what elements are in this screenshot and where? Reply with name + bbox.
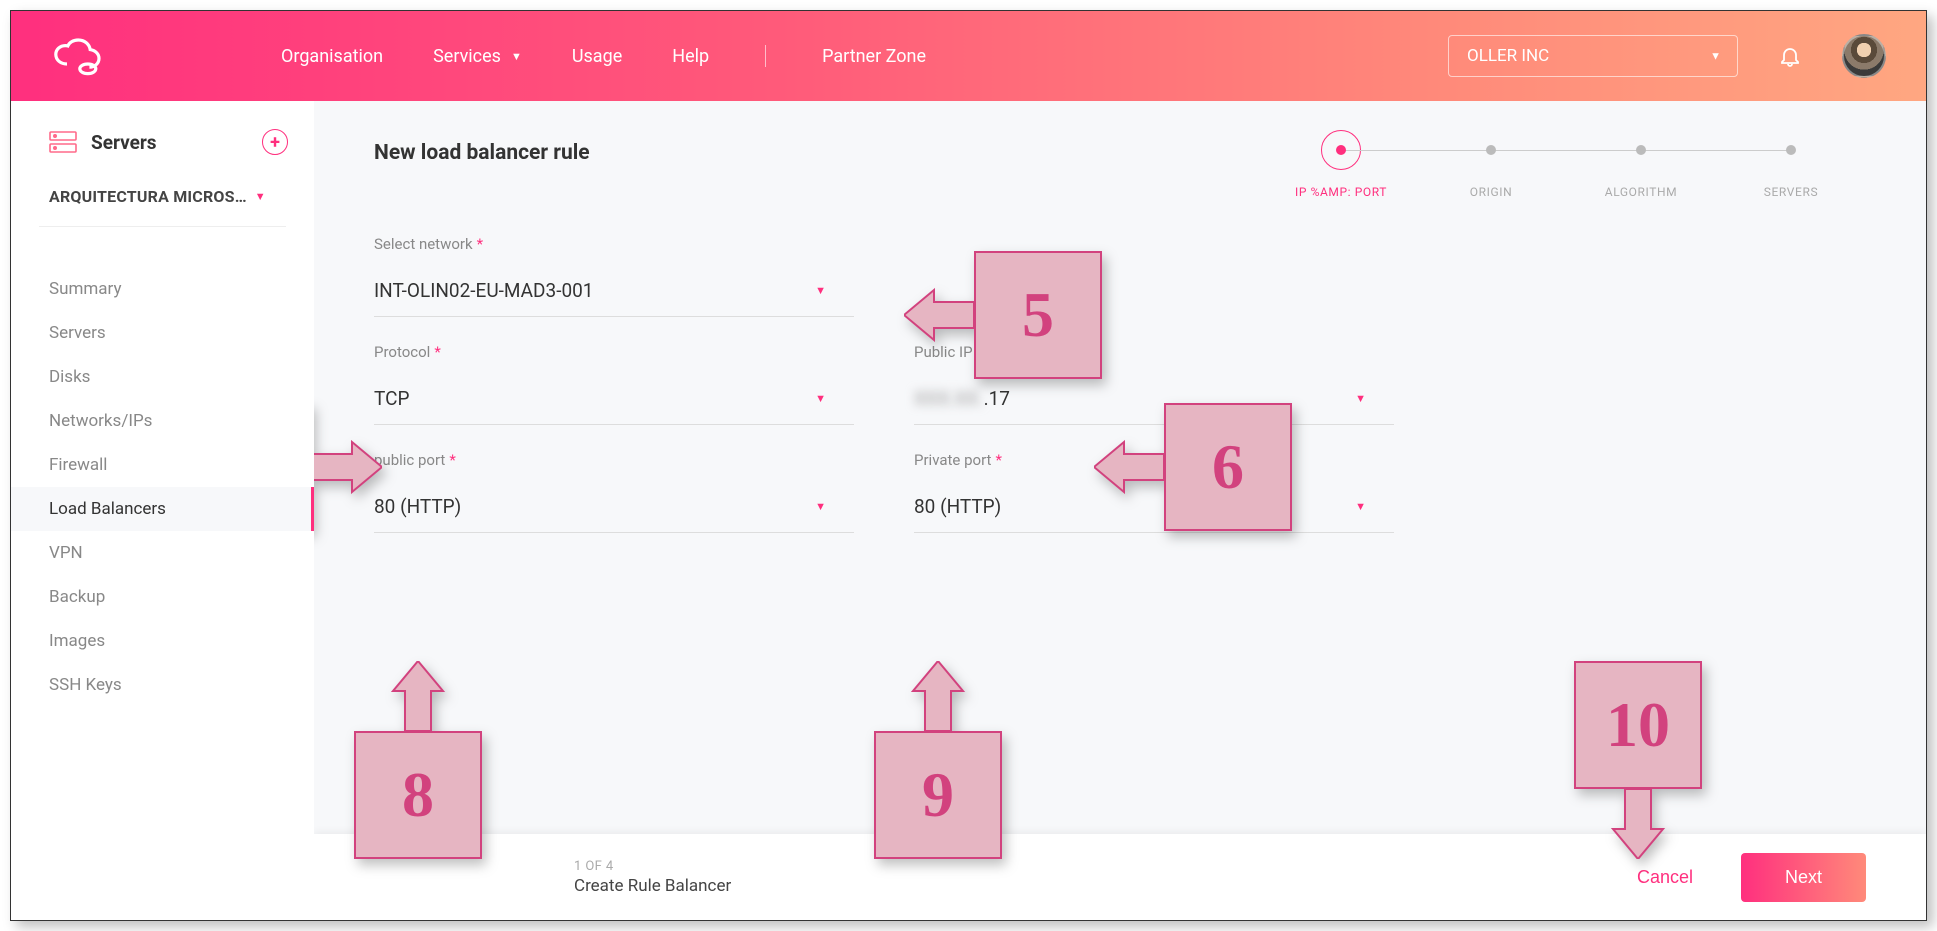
footer-title: Create Rule Balancer — [574, 876, 731, 896]
notifications-button[interactable] — [1778, 44, 1802, 68]
sidebar-title: Servers — [91, 131, 157, 154]
chevron-down-icon: ▼ — [815, 500, 826, 513]
org-select-value: OLLER INC — [1467, 46, 1549, 66]
divider — [39, 226, 286, 227]
chevron-down-icon: ▼ — [815, 392, 826, 405]
chevron-down-icon: ▼ — [511, 50, 522, 63]
chevron-down-icon: ▼ — [815, 284, 826, 297]
sidebar-item-sshkeys[interactable]: SSH Keys — [11, 663, 314, 707]
sidebar-item-backup[interactable]: Backup — [11, 575, 314, 619]
field-label-network: Select network* — [374, 235, 854, 253]
sidebar-item-vpn[interactable]: VPN — [11, 531, 314, 575]
select-public-ip[interactable]: XXX.XX..17 ▼ — [914, 377, 1394, 425]
next-button[interactable]: Next — [1741, 853, 1866, 902]
sidebar-header: Servers + — [11, 123, 314, 173]
step-ip-port[interactable]: IP %AMP: PORT — [1266, 145, 1416, 199]
nav-usage[interactable]: Usage — [572, 46, 622, 67]
nav-organisation[interactable]: Organisation — [281, 46, 383, 67]
logo-icon — [51, 36, 115, 76]
footer-progress: 1 OF 4 Create Rule Balancer — [574, 859, 731, 896]
field-label-private-port: Private port* — [914, 451, 1394, 469]
step-label: ALGORITHM — [1605, 185, 1677, 199]
step-label: IP %AMP: PORT — [1295, 185, 1387, 199]
project-label: ARQUITECTURA MICROS… — [49, 187, 247, 206]
field-label-public-ip: Public IP* — [914, 343, 1394, 361]
footer-actions: Cancel Next — [1617, 853, 1866, 902]
cancel-button[interactable]: Cancel — [1617, 857, 1713, 898]
chevron-down-icon: ▼ — [1710, 50, 1721, 63]
nav-services-label: Services — [433, 46, 501, 67]
select-value: 80 (HTTP) — [914, 495, 1001, 518]
select-public-port[interactable]: 80 (HTTP) ▼ — [374, 485, 854, 533]
field-public-port: public port* 80 (HTTP) ▼ — [374, 451, 854, 533]
annotation-9: 9 — [874, 661, 1002, 859]
step-dot — [1636, 145, 1646, 155]
sidebar-item-networksips[interactable]: Networks/IPs — [11, 399, 314, 443]
avatar[interactable] — [1842, 34, 1886, 78]
select-network[interactable]: INT-OLIN02-EU-MAD3-001 ▼ — [374, 269, 854, 317]
step-dot — [1786, 145, 1796, 155]
sidebar-item-loadbalancers[interactable]: Load Balancers — [11, 487, 314, 531]
step-servers[interactable]: SERVERS — [1716, 145, 1866, 199]
sidebar-menu: Summary Servers Disks Networks/IPs Firew… — [11, 267, 314, 707]
logo[interactable] — [51, 34, 121, 79]
annotation-8: 8 — [354, 661, 482, 859]
step-label: ORIGIN — [1470, 185, 1513, 199]
wizard-footer: 1 OF 4 Create Rule Balancer Cancel Next — [314, 834, 1926, 920]
step-dot — [1336, 145, 1346, 155]
sidebar-item-images[interactable]: Images — [11, 619, 314, 663]
field-network: Select network* INT-OLIN02-EU-MAD3-001 ▼ — [374, 235, 854, 317]
main: New load balancer rule IP %AMP: PORT ORI… — [314, 101, 1926, 920]
sidebar: Servers + ARQUITECTURA MICROS… ▼ Summary… — [11, 101, 314, 920]
select-value: 80 (HTTP) — [374, 495, 461, 518]
nav-help[interactable]: Help — [672, 46, 709, 67]
annotation-10: 10 — [1574, 661, 1702, 859]
step-label: SERVERS — [1764, 185, 1818, 199]
footer-progress-text: 1 OF 4 — [574, 859, 731, 874]
sidebar-item-disks[interactable]: Disks — [11, 355, 314, 399]
select-value: INT-OLIN02-EU-MAD3-001 — [374, 279, 593, 302]
top-nav: Organisation Services ▼ Usage Help Partn… — [281, 45, 926, 67]
sidebar-item-summary[interactable]: Summary — [11, 267, 314, 311]
step-dot — [1486, 145, 1496, 155]
app-header: Organisation Services ▼ Usage Help Partn… — [11, 11, 1926, 101]
body: Servers + ARQUITECTURA MICROS… ▼ Summary… — [11, 101, 1926, 920]
server-icon — [49, 131, 77, 153]
header-right: OLLER INC ▼ — [1448, 34, 1886, 78]
app-frame: Organisation Services ▼ Usage Help Partn… — [10, 10, 1927, 921]
nav-partnerzone[interactable]: Partner Zone — [822, 46, 926, 67]
chevron-down-icon: ▼ — [1355, 392, 1366, 405]
bell-icon — [1778, 44, 1802, 68]
form: Select network* INT-OLIN02-EU-MAD3-001 ▼… — [374, 235, 1414, 533]
add-server-button[interactable]: + — [262, 129, 288, 155]
field-private-port: Private port* 80 (HTTP) ▼ — [914, 451, 1394, 533]
nav-separator — [765, 45, 766, 67]
field-label-protocol: Protocol* — [374, 343, 854, 361]
stepper: IP %AMP: PORT ORIGIN ALGORITHM SERV — [1266, 145, 1866, 199]
field-label-public-port: public port* — [374, 451, 854, 469]
field-protocol: Protocol* TCP ▼ — [374, 343, 854, 425]
step-origin[interactable]: ORIGIN — [1416, 145, 1566, 199]
sidebar-item-servers[interactable]: Servers — [11, 311, 314, 355]
chevron-down-icon: ▼ — [1355, 500, 1366, 513]
content: New load balancer rule IP %AMP: PORT ORI… — [314, 101, 1926, 533]
sidebar-item-firewall[interactable]: Firewall — [11, 443, 314, 487]
org-select[interactable]: OLLER INC ▼ — [1448, 35, 1738, 77]
field-public-ip: Public IP* XXX.XX..17 ▼ — [914, 343, 1394, 425]
chevron-down-icon: ▼ — [255, 190, 266, 203]
select-protocol[interactable]: TCP ▼ — [374, 377, 854, 425]
select-value: XXX.XX..17 — [914, 387, 1010, 410]
select-private-port[interactable]: 80 (HTTP) ▼ — [914, 485, 1394, 533]
project-select[interactable]: ARQUITECTURA MICROS… ▼ — [11, 173, 314, 216]
select-value: TCP — [374, 387, 409, 410]
nav-services[interactable]: Services ▼ — [433, 46, 522, 67]
step-algorithm[interactable]: ALGORITHM — [1566, 145, 1716, 199]
